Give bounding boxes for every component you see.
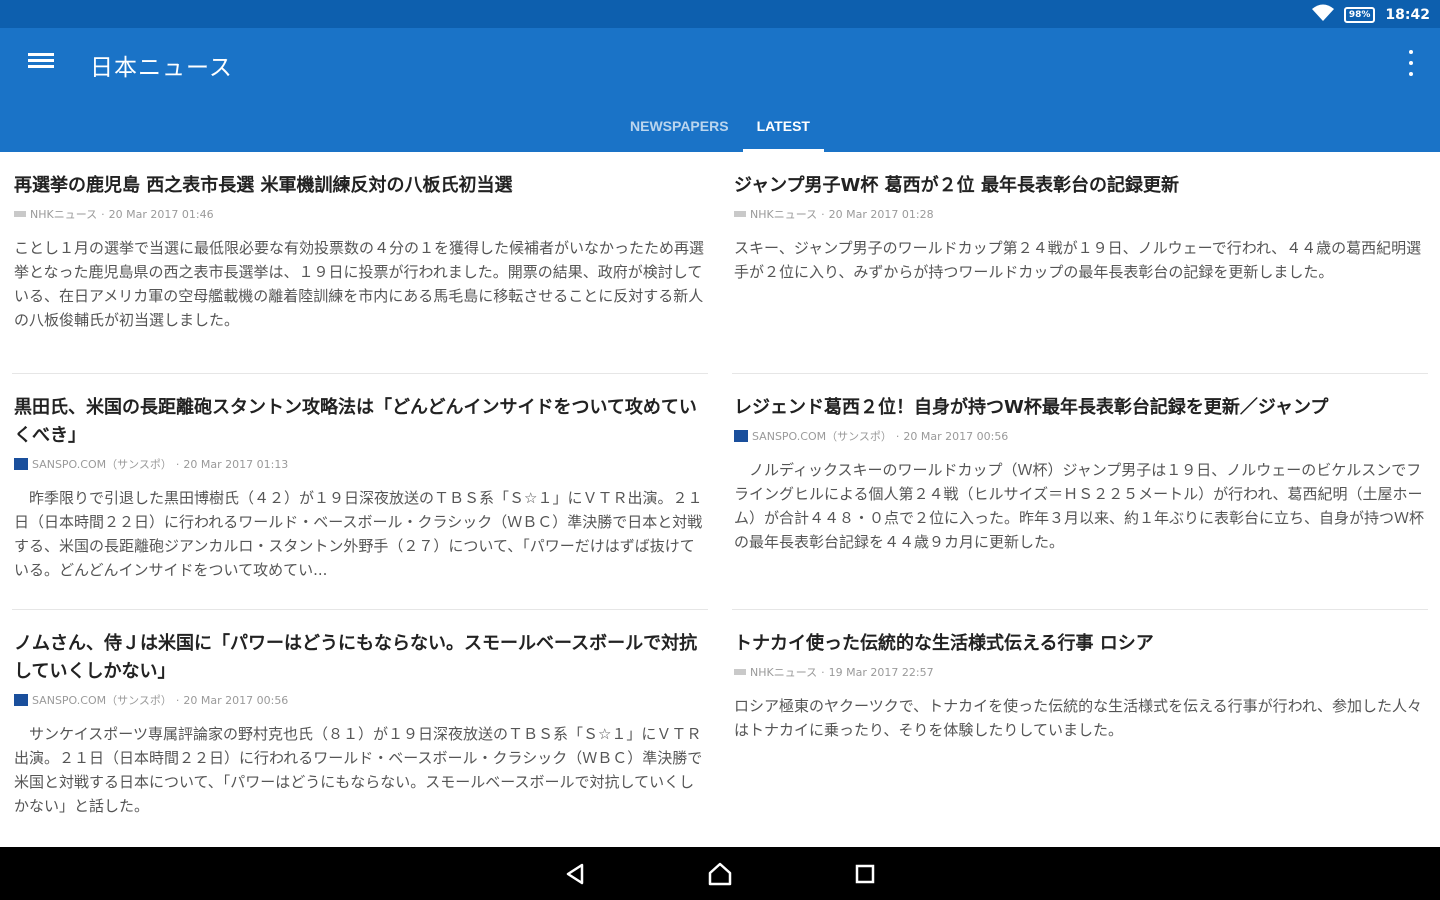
article-source: NHKニュース <box>30 208 98 221</box>
article-summary: ノルディックスキーのワールドカップ（Ｗ杯）ジャンプ男子は１９日、ノルウェーのビケ… <box>734 461 1425 551</box>
home-icon[interactable] <box>700 854 740 894</box>
back-icon[interactable] <box>555 854 595 894</box>
meta-separator: · <box>175 457 180 471</box>
article-date: 19 Mar 2017 22:57 <box>828 665 934 679</box>
article-list: 再選挙の鹿児島 西之表市長選 米軍機訓練反対の八板氏初当選 NHKニュース · … <box>0 152 1440 847</box>
article-date: 20 Mar 2017 01:46 <box>108 207 214 221</box>
article-card[interactable]: 再選挙の鹿児島 西之表市長選 米軍機訓練反対の八板氏初当選 NHKニュース · … <box>0 152 720 374</box>
article-source: SANSPO.COM（サンスポ） <box>32 694 172 707</box>
meta-separator: · <box>895 429 900 443</box>
source-logo-icon <box>734 430 748 442</box>
article-source: NHKニュース <box>750 666 818 679</box>
meta-separator: · <box>175 693 180 707</box>
battery-icon: 98% <box>1343 7 1376 23</box>
wifi-icon <box>1311 4 1334 26</box>
tab-latest[interactable]: LATEST <box>742 100 825 152</box>
tab-bar: NEWSPAPERS LATEST <box>0 100 1440 152</box>
article-date: 20 Mar 2017 01:28 <box>828 207 934 221</box>
article-summary: ことし１月の選挙で当選に最低限必要な有効投票数の４分の１を獲得した候補者がいなか… <box>14 239 705 329</box>
article-date: 20 Mar 2017 00:56 <box>903 429 1009 443</box>
overflow-menu-icon[interactable] <box>1406 50 1416 76</box>
article-card[interactable]: トナカイ使った伝統的な生活様式伝える行事 ロシア NHKニュース · 19 Ma… <box>720 610 1440 846</box>
article-summary: ロシア極東のヤクーツクで、トナカイを使った伝統的な生活様式を伝える行事が行われ、… <box>734 697 1423 739</box>
article-date: 20 Mar 2017 01:13 <box>183 457 289 471</box>
article-headline: 再選挙の鹿児島 西之表市長選 米軍機訓練反対の八板氏初当選 <box>14 175 513 196</box>
article-meta: NHKニュース · 20 Mar 2017 01:46 <box>14 206 706 222</box>
article-card[interactable]: レジェンド葛西２位！自身が持つW杯最年長表彰台記録を更新／ジャンプ SANSPO… <box>720 374 1440 610</box>
app-bar: 日本ニュース NEWSPAPERS LATEST <box>0 28 1440 152</box>
source-logo-icon <box>734 669 746 675</box>
meta-separator: · <box>821 207 825 221</box>
tab-newspapers[interactable]: NEWSPAPERS <box>616 100 743 152</box>
system-nav-bar <box>0 847 1440 900</box>
source-logo-icon <box>14 211 26 217</box>
status-indicators: 98% 18:42 <box>1311 4 1430 26</box>
hamburger-menu-icon[interactable] <box>28 50 54 76</box>
app-title: 日本ニュース <box>90 55 233 81</box>
article-meta: SANSPO.COM（サンスポ） · 20 Mar 2017 00:56 <box>14 692 706 708</box>
article-headline: ジャンプ男子W杯 葛西が２位 最年長表彰台の記録更新 <box>734 175 1179 196</box>
article-summary: 昨季限りで引退した黒田博樹氏（４２）が１９日深夜放送のＴＢＳ系「Ｓ☆１」にＶＴＲ… <box>14 489 703 579</box>
article-headline: ノムさん、侍Ｊは米国に「パワーはどうにもならない。スモールベースボールで対抗して… <box>14 633 698 682</box>
status-bar: 98% 18:42 <box>0 0 1440 28</box>
article-card[interactable]: 黒田氏、米国の長距離砲スタントン攻略法は「どんどんインサイドをついて攻めていくべ… <box>0 374 720 610</box>
article-date: 20 Mar 2017 00:56 <box>183 693 289 707</box>
article-summary: スキー、ジャンプ男子のワールドカップ第２４戦が１９日、ノルウェーで行われ、４４歳… <box>734 239 1422 281</box>
article-meta: SANSPO.COM（サンスポ） · 20 Mar 2017 01:13 <box>14 456 706 472</box>
meta-separator: · <box>821 665 825 679</box>
source-logo-icon <box>14 694 28 706</box>
article-card[interactable]: ジャンプ男子W杯 葛西が２位 最年長表彰台の記録更新 NHKニュース · 20 … <box>720 152 1440 374</box>
article-card[interactable]: ノムさん、侍Ｊは米国に「パワーはどうにもならない。スモールベースボールで対抗して… <box>0 610 720 846</box>
clock: 18:42 <box>1385 7 1430 23</box>
article-headline: 黒田氏、米国の長距離砲スタントン攻略法は「どんどんインサイドをついて攻めていくべ… <box>14 397 697 446</box>
article-meta: SANSPO.COM（サンスポ） · 20 Mar 2017 00:56 <box>734 428 1426 444</box>
article-headline: トナカイ使った伝統的な生活様式伝える行事 ロシア <box>734 633 1154 654</box>
article-headline: レジェンド葛西２位！自身が持つW杯最年長表彰台記録を更新／ジャンプ <box>734 397 1329 418</box>
article-source: SANSPO.COM（サンスポ） <box>752 430 892 443</box>
source-logo-icon <box>734 211 746 217</box>
article-source: NHKニュース <box>750 208 818 221</box>
source-logo-icon <box>14 458 28 470</box>
article-summary: サンケイスポーツ専属評論家の野村克也氏（８１）が１９日深夜放送のＴＢＳ系「Ｓ☆１… <box>14 725 703 815</box>
meta-separator: · <box>101 207 105 221</box>
recent-apps-icon[interactable] <box>845 854 885 894</box>
article-meta: NHKニュース · 19 Mar 2017 22:57 <box>734 664 1426 680</box>
article-meta: NHKニュース · 20 Mar 2017 01:28 <box>734 206 1426 222</box>
article-source: SANSPO.COM（サンスポ） <box>32 458 172 471</box>
